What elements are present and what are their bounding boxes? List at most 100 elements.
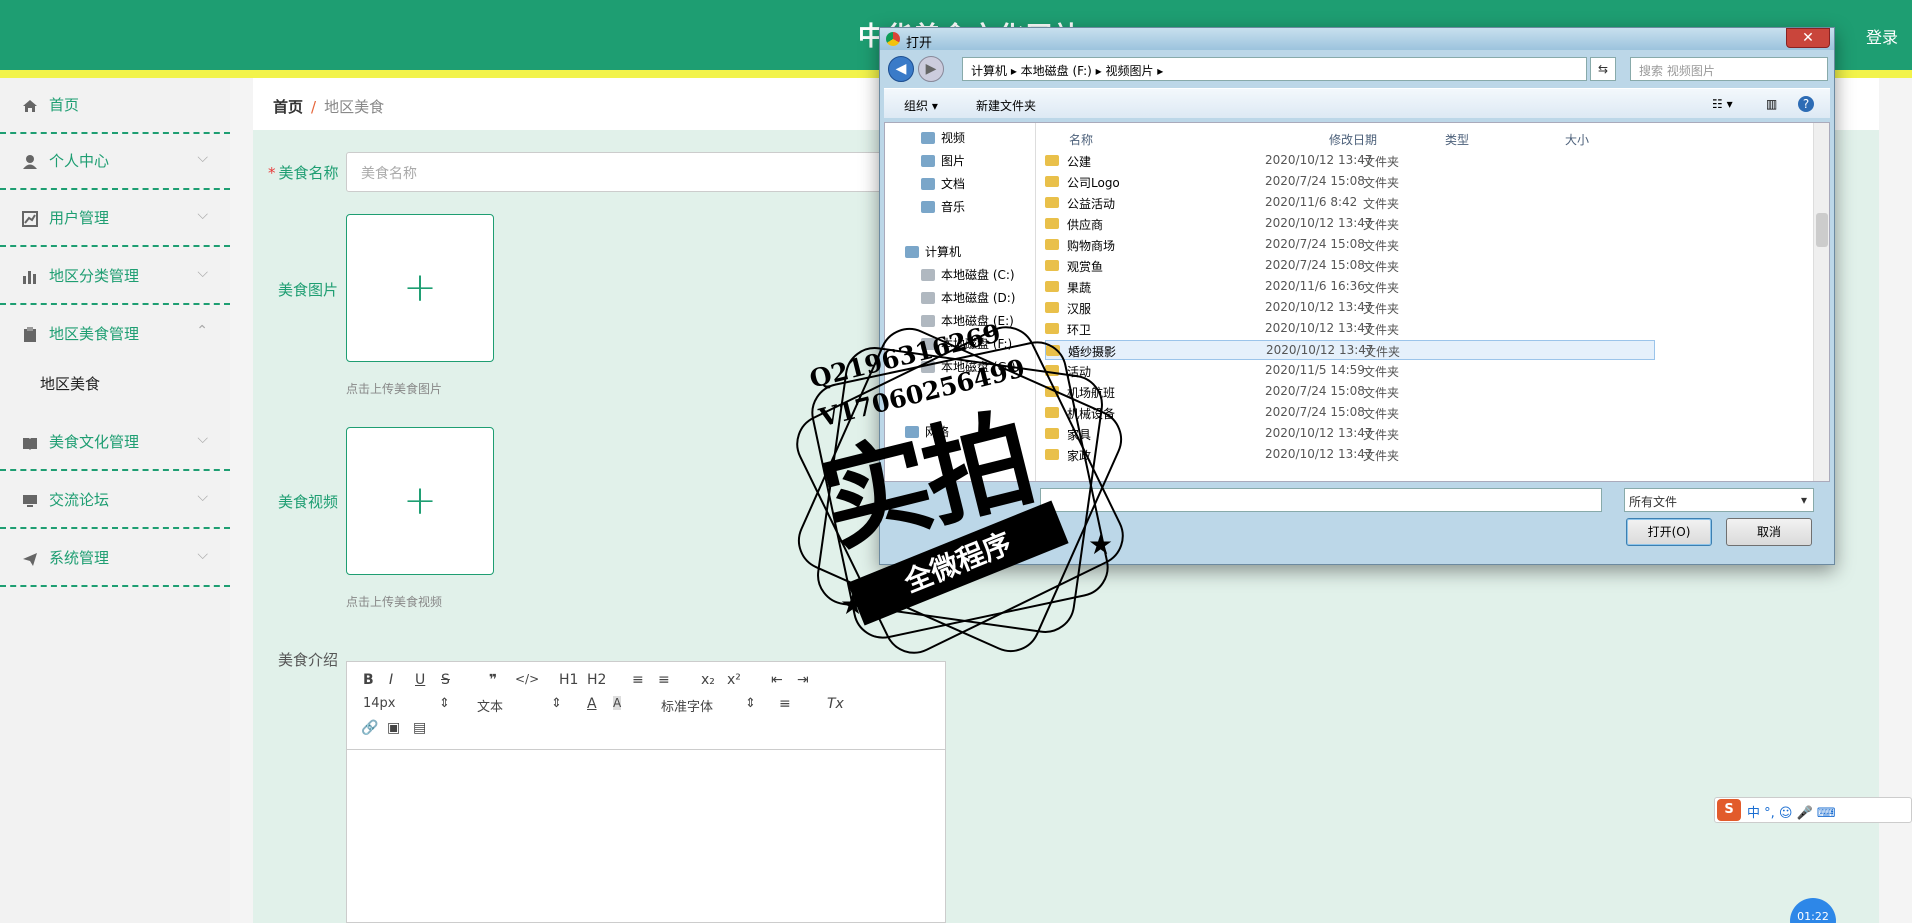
help-icon[interactable]: ? xyxy=(1798,96,1814,112)
column-size[interactable]: 大小 xyxy=(1565,131,1589,148)
search-input[interactable]: 搜索 视频图片 xyxy=(1630,57,1828,81)
sidebar-item-users[interactable]: 用户管理 ⌵ xyxy=(0,191,230,247)
divider xyxy=(0,188,230,190)
submenu-region-food[interactable]: 地区美食 xyxy=(40,373,100,394)
breadcrumb-current: 地区美食 xyxy=(324,98,385,116)
column-date[interactable]: 修改日期 xyxy=(1329,131,1377,148)
book-icon xyxy=(22,435,38,451)
refresh-icon[interactable]: ⇆ xyxy=(1590,57,1616,81)
sidebar-item-system[interactable]: 系统管理 ⌵ xyxy=(0,531,230,587)
sidebar-item-food-culture[interactable]: 美食文化管理 ⌵ xyxy=(0,415,230,471)
column-name[interactable]: 名称 xyxy=(1069,131,1093,148)
quote-button[interactable]: ❞ xyxy=(489,672,497,688)
file-row[interactable]: 公建 2020/10/12 13:47 文件夹 xyxy=(1045,151,1655,171)
dialog-toolbar: 组织 ▾ 新建文件夹 ☷ ▾ ▥ ? xyxy=(884,88,1830,118)
tree-item-computer[interactable]: 计算机 xyxy=(905,243,961,260)
ime-toolbar[interactable]: S 中 °, ☺ 🎤 ⌨ xyxy=(1714,797,1912,823)
h1-button[interactable]: H1 xyxy=(559,672,578,688)
tree-item-videos[interactable]: 视频 xyxy=(921,129,965,146)
login-link[interactable]: 登录 xyxy=(1866,24,1898,48)
superscript-button[interactable]: x² xyxy=(727,672,741,688)
sidebar-item-label: 美食文化管理 xyxy=(49,433,140,451)
image-upload-box[interactable]: + xyxy=(346,214,494,362)
sidebar-item-region-category[interactable]: 地区分类管理 ⌵ xyxy=(0,249,230,305)
sidebar-item-home[interactable]: 首页 xyxy=(0,78,230,134)
video-icon[interactable]: ▤ xyxy=(413,720,426,736)
image-icon[interactable]: ▣ xyxy=(387,720,400,736)
tree-item-pictures[interactable]: 图片 xyxy=(921,152,965,169)
sidebar-item-forum[interactable]: 交流论坛 ⌵ xyxy=(0,473,230,529)
back-button[interactable]: ◀ xyxy=(888,56,914,82)
scrollbar-thumb[interactable] xyxy=(1816,213,1828,247)
chevron-down-icon: ⌵ xyxy=(197,547,208,563)
food-name-input[interactable]: 美食名称 xyxy=(346,152,906,192)
ime-status: 中 °, ☺ 🎤 ⌨ xyxy=(1747,806,1836,821)
sogou-logo-icon: S xyxy=(1717,799,1741,821)
subscript-button[interactable]: x₂ xyxy=(701,672,715,688)
video-upload-box[interactable]: + xyxy=(346,427,494,575)
breadcrumb: 首页 / 地区美食 xyxy=(273,96,384,117)
file-row[interactable]: 公司Logo 2020/7/24 15:08 文件夹 xyxy=(1045,172,1655,192)
forward-button[interactable]: ▶ xyxy=(918,56,944,82)
breadcrumb-home[interactable]: 首页 xyxy=(273,98,303,116)
food-name-label: * 美食名称 xyxy=(268,164,339,182)
image-upload-hint: 点击上传美食图片 xyxy=(346,382,443,396)
video-upload-hint: 点击上传美食视频 xyxy=(346,595,443,609)
text-style-arrow-icon: ⇕ xyxy=(551,696,562,711)
column-type[interactable]: 类型 xyxy=(1445,131,1469,148)
plus-icon: + xyxy=(403,265,437,311)
tree-item-music[interactable]: 音乐 xyxy=(921,198,965,215)
preview-pane-icon[interactable]: ▥ xyxy=(1766,97,1777,111)
file-list-scrollbar[interactable] xyxy=(1813,123,1829,481)
address-bar-row: ◀ ▶ 计算机 ▸ 本地磁盘 (F:) ▸ 视频图片 ▸ ⇆ 搜索 视频图片 xyxy=(884,54,1830,84)
strike-button[interactable]: S xyxy=(441,672,450,688)
underline-button[interactable]: U xyxy=(415,672,425,688)
chevron-up-icon: ⌃ xyxy=(196,323,208,339)
text-style-select[interactable]: 文本 xyxy=(477,696,503,715)
address-path[interactable]: 计算机 ▸ 本地磁盘 (F:) ▸ 视频图片 ▸ xyxy=(962,57,1587,81)
dialog-titlebar: 打开 ✕ xyxy=(880,28,1834,51)
file-type-filter[interactable]: 所有文件 ▾ xyxy=(1624,488,1814,512)
organize-button[interactable]: 组织 ▾ xyxy=(904,97,938,114)
font-color-button[interactable]: A xyxy=(587,696,597,712)
sidebar-item-region-food[interactable]: 地区美食管理 ⌃ xyxy=(0,307,230,363)
file-row[interactable]: 公益活动 2020/11/6 8:42 文件夹 xyxy=(1045,193,1655,213)
close-button[interactable]: ✕ xyxy=(1786,28,1830,48)
sidebar-item-label: 用户管理 xyxy=(49,209,110,227)
cancel-button[interactable]: 取消 xyxy=(1726,518,1812,546)
sidebar-item-label: 地区分类管理 xyxy=(49,267,140,285)
ordered-list-button[interactable]: ≡ xyxy=(632,672,644,688)
chevron-down-icon: ▾ xyxy=(1800,493,1807,507)
view-options-icon[interactable]: ☷ ▾ xyxy=(1712,97,1733,111)
code-button[interactable]: </> xyxy=(515,672,539,686)
star-icon: ★ xyxy=(840,588,866,621)
breadcrumb-separator: / xyxy=(311,98,317,116)
font-family-select[interactable]: 标准字体 xyxy=(661,696,713,715)
user-icon xyxy=(22,154,38,170)
folder-icon xyxy=(1045,239,1059,250)
new-folder-button[interactable]: 新建文件夹 xyxy=(976,97,1036,114)
bold-button[interactable]: B xyxy=(363,672,374,688)
open-button[interactable]: 打开(O) xyxy=(1626,518,1712,546)
background-color-button[interactable]: A xyxy=(613,696,622,710)
star-icon: ★ xyxy=(1088,528,1114,561)
folder-icon xyxy=(1045,218,1059,229)
monitor-icon xyxy=(22,493,38,509)
chevron-down-icon: ⌵ xyxy=(197,489,208,505)
divider xyxy=(0,469,230,471)
sidebar-item-label: 系统管理 xyxy=(49,549,110,567)
font-size-select[interactable]: 14px xyxy=(363,696,396,711)
file-row[interactable]: 供应商 2020/10/12 13:47 文件夹 xyxy=(1045,214,1655,234)
file-row[interactable]: 购物商场 2020/7/24 15:08 文件夹 xyxy=(1045,235,1655,255)
chevron-down-icon: ⌵ xyxy=(197,431,208,447)
h2-button[interactable]: H2 xyxy=(587,672,606,688)
bullet-list-button[interactable]: ≡ xyxy=(658,672,670,688)
food-intro-label: 美食介绍 xyxy=(278,651,339,669)
italic-button[interactable]: I xyxy=(389,672,393,688)
tree-item-documents[interactable]: 文档 xyxy=(921,175,965,192)
computer-icon xyxy=(905,246,919,258)
food-image-label: 美食图片 xyxy=(278,281,339,299)
sidebar-item-profile[interactable]: 个人中心 ⌵ xyxy=(0,134,230,190)
folder-icon xyxy=(1045,176,1059,187)
link-icon[interactable]: 🔗 xyxy=(361,720,378,736)
